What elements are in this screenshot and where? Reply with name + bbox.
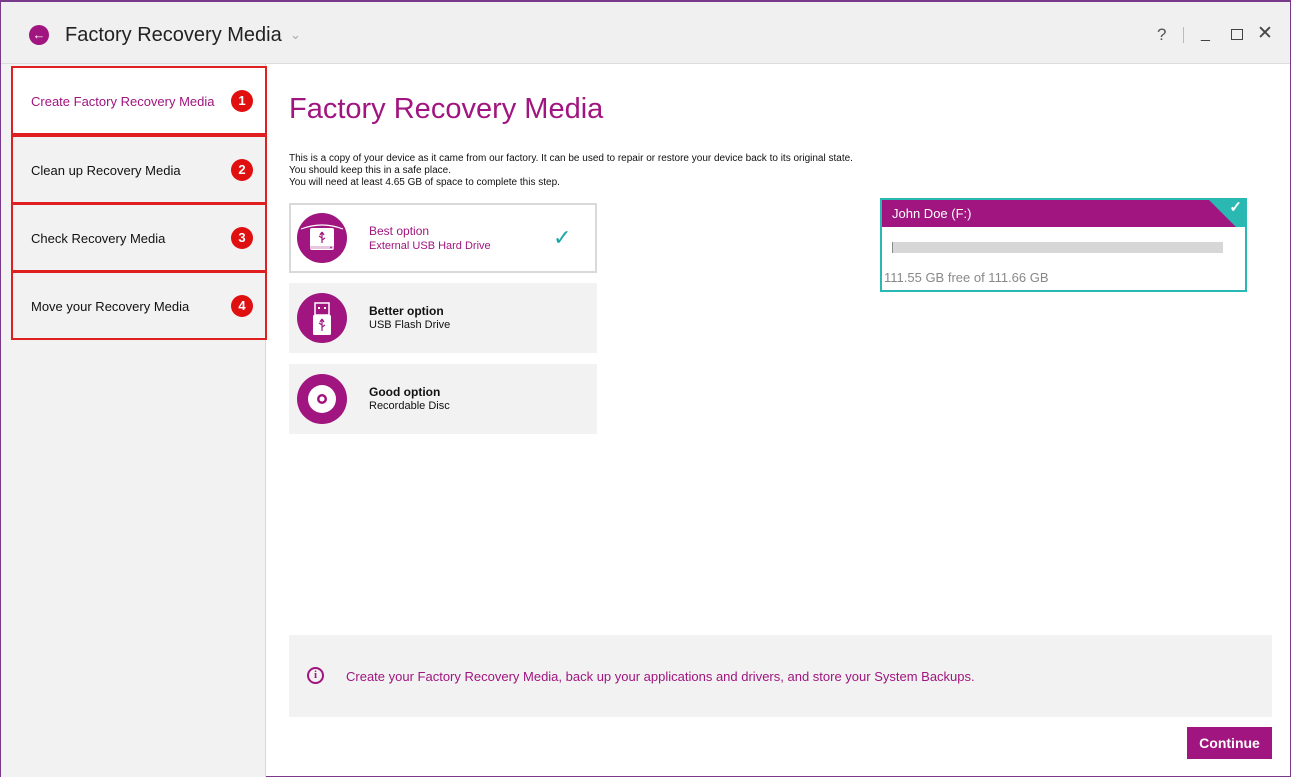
title-bar: ← Factory Recovery Media ⌄ ? _ ✕ bbox=[1, 2, 1290, 64]
step-number-badge: 4 bbox=[231, 295, 253, 317]
sidebar-item-create[interactable]: Create Factory Recovery Media 1 bbox=[11, 66, 267, 135]
option-subtitle: USB Flash Drive bbox=[369, 319, 451, 331]
description-line: This is a copy of your device as it came… bbox=[289, 153, 853, 164]
external-hard-drive-icon bbox=[297, 213, 347, 263]
description-line: You will need at least 4.65 GB of space … bbox=[289, 177, 560, 188]
continue-button[interactable]: Continue bbox=[1187, 727, 1272, 759]
checkmark-icon: ✓ bbox=[1229, 200, 1242, 216]
app-title: Factory Recovery Media bbox=[65, 24, 282, 46]
option-title: Good option bbox=[369, 385, 441, 399]
page-description: This is a copy of your device as it came… bbox=[289, 153, 853, 189]
sidebar-item-check[interactable]: Check Recovery Media 3 bbox=[11, 203, 267, 272]
checkmark-icon: ✓ bbox=[553, 225, 572, 250]
option-external-usb-hard-drive[interactable]: Best option External USB Hard Drive ✓ bbox=[289, 203, 597, 273]
option-recordable-disc[interactable]: Good option Recordable Disc bbox=[289, 364, 597, 434]
sidebar-item-label: Check Recovery Media bbox=[31, 231, 166, 246]
description-line: You should keep this in a safe place. bbox=[289, 165, 451, 176]
drive-usage-fill bbox=[892, 242, 893, 253]
option-subtitle: External USB Hard Drive bbox=[369, 240, 491, 252]
option-usb-flash-drive[interactable]: Better option USB Flash Drive bbox=[289, 283, 597, 353]
sidebar-item-clean-up[interactable]: Clean up Recovery Media 2 bbox=[11, 135, 267, 204]
sidebar-item-move[interactable]: Move your Recovery Media 4 bbox=[11, 271, 267, 340]
sidebar-item-label: Create Factory Recovery Media bbox=[31, 94, 215, 109]
sidebar-item-label: Move your Recovery Media bbox=[31, 299, 190, 314]
titlebar-divider bbox=[1183, 27, 1184, 43]
drive-card-header: John Doe (F:) ✓ bbox=[882, 200, 1245, 227]
chevron-down-icon[interactable]: ⌄ bbox=[290, 27, 301, 43]
minimize-button[interactable]: _ bbox=[1201, 25, 1210, 43]
option-title: Better option bbox=[369, 304, 444, 318]
info-text: Create your Factory Recovery Media, back… bbox=[346, 669, 975, 684]
sidebar: Create Factory Recovery Media 1 Clean up… bbox=[1, 64, 267, 777]
step-number-badge: 2 bbox=[231, 159, 253, 181]
option-title: Best option bbox=[369, 224, 430, 238]
back-arrow-icon[interactable]: ← bbox=[29, 25, 49, 45]
drive-card[interactable]: John Doe (F:) ✓ 111.55 GB free of 111.66… bbox=[880, 198, 1247, 292]
drive-name: John Doe (F:) bbox=[892, 206, 972, 221]
help-button[interactable]: ? bbox=[1157, 25, 1166, 45]
step-number-badge: 3 bbox=[231, 227, 253, 249]
maximize-button[interactable] bbox=[1231, 29, 1243, 40]
disc-icon bbox=[297, 374, 347, 424]
info-icon: i bbox=[307, 667, 324, 684]
usb-flash-drive-icon bbox=[297, 293, 347, 343]
step-number-badge: 1 bbox=[231, 90, 253, 112]
option-subtitle: Recordable Disc bbox=[369, 400, 450, 412]
close-button[interactable]: ✕ bbox=[1257, 22, 1273, 45]
drive-free-space: 111.55 GB free of 111.66 GB bbox=[884, 270, 1049, 285]
page-title: Factory Recovery Media bbox=[289, 93, 604, 125]
drive-usage-bar bbox=[892, 242, 1223, 253]
app-window: ← Factory Recovery Media ⌄ ? _ ✕ Create … bbox=[0, 0, 1291, 777]
info-bar: i Create your Factory Recovery Media, ba… bbox=[289, 635, 1272, 717]
sidebar-item-label: Clean up Recovery Media bbox=[31, 163, 181, 178]
